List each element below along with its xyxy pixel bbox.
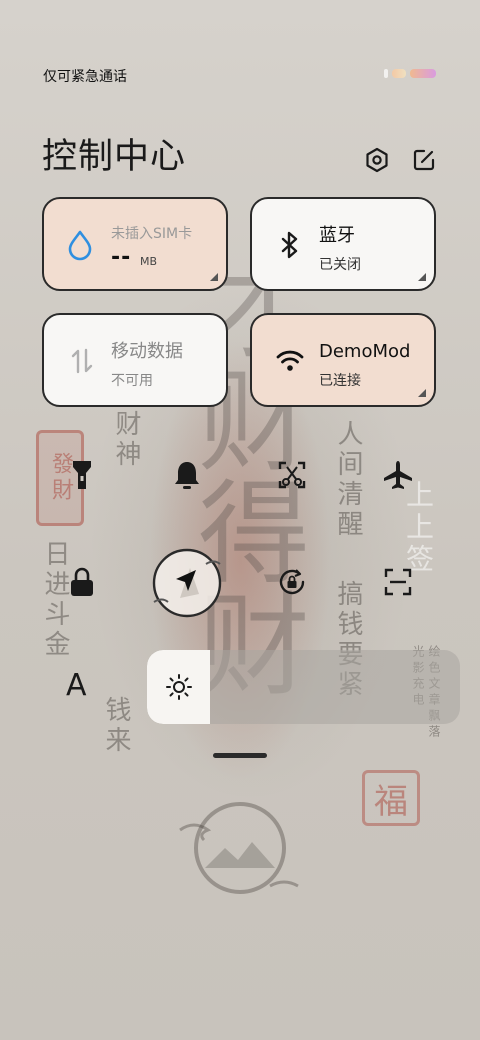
lock-icon[interactable] — [62, 562, 102, 602]
tile-expand-indicator — [418, 273, 426, 281]
tile-expand-indicator — [210, 273, 218, 281]
wallpaper-cloud-ornament — [179, 802, 299, 894]
sun-icon — [165, 674, 192, 700]
bluetooth-tile[interactable]: 蓝牙 已关闭 — [250, 197, 436, 291]
wallpaper-seal-fu: 福 — [362, 770, 420, 826]
brightness-level — [147, 650, 210, 724]
location-icon[interactable] — [150, 546, 224, 620]
mobile-data-label: 移动数据 — [111, 341, 183, 362]
bluetooth-icon — [274, 229, 306, 261]
mobile-data-tile[interactable]: 移动数据 不可用 — [42, 313, 228, 407]
airplane-icon[interactable] — [378, 455, 418, 495]
data-usage-unit: MB — [140, 255, 158, 268]
settings-icon[interactable] — [363, 146, 391, 174]
data-usage-tile[interactable]: 未插入SIM卡 -- MB — [42, 197, 228, 291]
wifi-status: 已连接 — [319, 373, 361, 389]
bluetooth-label: 蓝牙 — [319, 225, 355, 246]
carrier-status: 仅可紧急通话 — [43, 69, 127, 85]
wifi-icon — [274, 345, 306, 377]
rotation-lock-icon[interactable] — [272, 562, 312, 602]
tile-expand-indicator — [418, 389, 426, 397]
data-arrows-icon — [66, 345, 98, 377]
mobile-data-status: 不可用 — [111, 373, 153, 389]
wallpaper-text-qian-lai: 钱来 — [101, 696, 131, 756]
data-usage-value: -- — [111, 245, 132, 270]
wifi-network-name: DemoMod — [319, 341, 411, 362]
scan-icon[interactable] — [378, 562, 418, 602]
wifi-status-icon — [392, 69, 406, 78]
status-icons — [384, 69, 436, 78]
brightness-slider[interactable] — [147, 650, 460, 724]
sim-status-label: 未插入SIM卡 — [111, 226, 193, 242]
wallpaper-text-ren-jian: 人间清醒 — [333, 420, 363, 540]
wifi-tile[interactable]: DemoMod 已连接 — [250, 313, 436, 407]
home-handle[interactable] — [213, 753, 267, 758]
screenshot-icon[interactable] — [272, 455, 312, 495]
flashlight-icon[interactable] — [62, 455, 102, 495]
water-drop-icon — [64, 229, 96, 261]
battery-icon — [410, 69, 436, 78]
wallpaper-text-cai-shen: 财神 — [111, 410, 141, 470]
edit-icon[interactable] — [410, 146, 438, 174]
signal-icon — [384, 69, 388, 78]
bluetooth-status: 已关闭 — [319, 257, 361, 273]
font-size-button[interactable]: A — [66, 668, 87, 703]
bell-icon[interactable] — [167, 455, 207, 495]
page-title: 控制中心 — [42, 137, 187, 177]
